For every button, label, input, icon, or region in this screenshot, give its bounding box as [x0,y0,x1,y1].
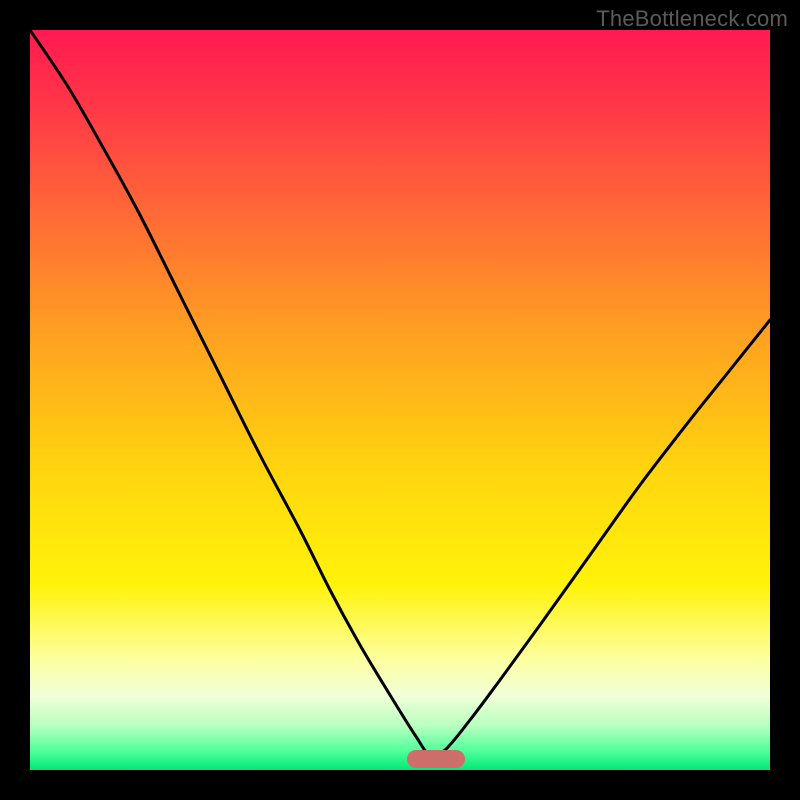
plot-area [30,30,770,770]
optimal-marker-pill [407,750,465,768]
curve-path [30,30,770,756]
outer-frame: TheBottleneck.com [0,0,800,800]
bottleneck-curve [30,30,770,770]
watermark-text: TheBottleneck.com [596,6,788,32]
